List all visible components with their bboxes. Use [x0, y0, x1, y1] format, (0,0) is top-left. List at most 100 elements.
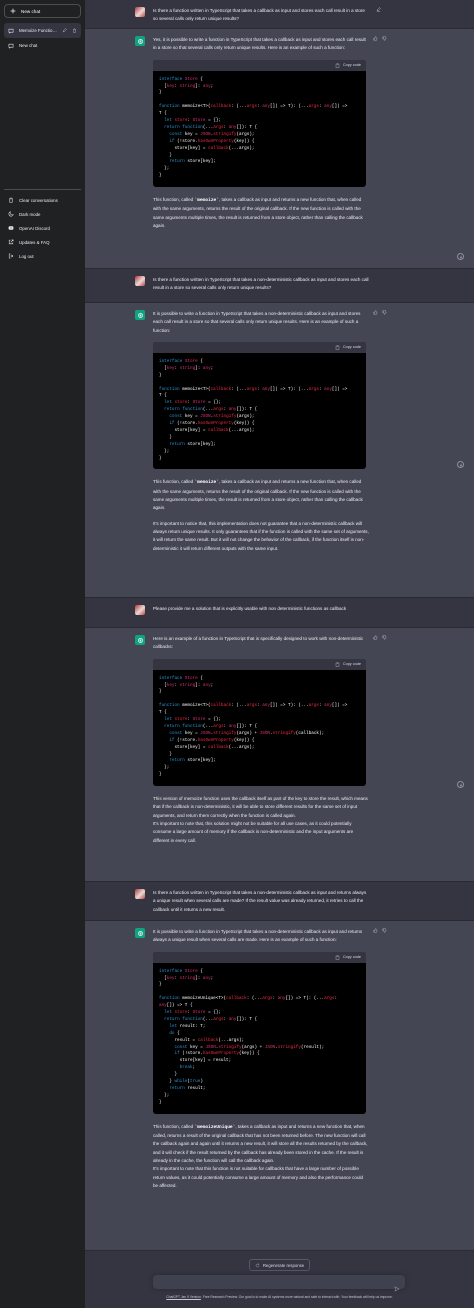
thumbs-down-icon[interactable]: [382, 635, 387, 640]
user-message: Is there a function written in TypeScrip…: [85, 269, 474, 303]
clipboard-icon: [335, 345, 340, 350]
inline-code: `memoize`: [194, 198, 220, 204]
user-avatar: [135, 276, 145, 286]
assistant-outro-text: This function, called `memoize`, takes a…: [153, 197, 363, 229]
sidebar-chat-label: Memoize Function in T: [19, 28, 57, 33]
message-input[interactable]: [159, 1277, 389, 1287]
sidebar-chat-item-1[interactable]: New chat: [4, 38, 81, 53]
thumbs-down-icon[interactable]: [382, 310, 387, 315]
assistant-intro-text: Yes, it is possible to write a function …: [153, 37, 366, 51]
updates-faq-label: Updates & FAQ: [19, 239, 50, 245]
disclaimer-body: . Free Research Preview. Our goal is to …: [200, 1295, 393, 1299]
log-out-label: Log out: [19, 253, 34, 259]
version-link[interactable]: ChatGPT Jan 9 Version: [166, 1295, 201, 1299]
assistant-outro-text: This function, called `memoizeUnique`, t…: [153, 1123, 368, 1163]
openai-logo-icon: [135, 928, 145, 938]
trash-icon: [8, 197, 14, 203]
user-message-text: Is there a function written in TypeScrip…: [153, 277, 369, 291]
scroll-down-button[interactable]: [457, 253, 464, 260]
moon-icon: [8, 211, 14, 217]
dark-mode-button[interactable]: Dark mode: [4, 207, 81, 221]
assistant-message: It is possible to write a function in Ty…: [85, 303, 474, 598]
edit-icon[interactable]: [376, 7, 381, 12]
code-block: Copy code interface Store { [key: string…: [153, 341, 366, 470]
discord-label: OpenAI Discord: [19, 225, 50, 231]
new-chat-button[interactable]: New chat: [4, 4, 81, 18]
code-content: interface Store { [key: string]: any; } …: [159, 76, 348, 179]
message-input-box[interactable]: [153, 1275, 405, 1292]
user-message: Is there a function written in TypeScrip…: [85, 882, 474, 921]
clear-conversations-button[interactable]: Clear conversations: [4, 193, 81, 207]
copy-code-label: Copy code: [342, 62, 361, 67]
inline-code: `memoize`: [194, 480, 220, 486]
copy-code-button[interactable]: Copy code: [153, 951, 366, 963]
user-message-text: Is there a function written in TypeScrip…: [153, 8, 365, 22]
thumbs-up-icon[interactable]: [373, 36, 378, 41]
send-icon[interactable]: [394, 1279, 400, 1292]
thumbs-down-icon[interactable]: [382, 36, 387, 41]
sidebar-divider: [4, 189, 81, 190]
user-avatar: [135, 605, 145, 615]
copy-code-label: Copy code: [342, 345, 361, 350]
thumbs-up-icon[interactable]: [373, 635, 378, 640]
thumbs-up-icon[interactable]: [373, 310, 378, 315]
composer-area: Regenerate response ChatGPT Jan 9 Versio…: [85, 1248, 474, 1308]
copy-code-label: Copy code: [342, 954, 361, 959]
copy-code-button[interactable]: Copy code: [153, 59, 366, 71]
assistant-intro-text: Here is an example of a function in Type…: [153, 636, 364, 650]
new-chat-label: New chat: [21, 8, 41, 14]
assistant-outro-text: This version of memoize function uses th…: [153, 796, 368, 818]
discord-link[interactable]: OpenAI Discord: [4, 221, 81, 235]
copy-code-button[interactable]: Copy code: [153, 341, 366, 353]
sidebar: New chat Memoize Function in T New chat …: [0, 0, 85, 1308]
assistant-message: It is possible to write a function in Ty…: [85, 921, 474, 1251]
disclaimer-text: ChatGPT Jan 9 Version. Free Research Pre…: [85, 1295, 474, 1299]
plus-icon: [10, 8, 16, 14]
copy-code-button[interactable]: Copy code: [153, 658, 366, 670]
openai-logo-icon: [135, 310, 145, 320]
updates-faq-link[interactable]: Updates & FAQ: [4, 235, 81, 249]
regenerate-label: Regenerate response: [262, 1262, 305, 1268]
regenerate-response-button[interactable]: Regenerate response: [249, 1259, 310, 1271]
copy-code-label: Copy code: [342, 661, 361, 666]
user-message-text: Please provide me a solution that is exp…: [153, 606, 347, 611]
dark-mode-label: Dark mode: [19, 211, 41, 217]
assistant-outro-text: It's important to note that this functio…: [153, 1166, 364, 1188]
sidebar-chat-item-0[interactable]: Memoize Function in T: [4, 23, 81, 38]
inline-code: `memoizeUnique`: [194, 1124, 236, 1130]
assistant-intro-text: It is possible to write a function in Ty…: [153, 929, 363, 943]
scroll-down-button[interactable]: [457, 781, 464, 788]
user-avatar: [135, 7, 145, 17]
code-block: Copy code interface Store { [key: string…: [153, 951, 366, 1114]
user-avatar: [135, 889, 145, 899]
code-content: interface Store { [key: string]: any; } …: [159, 358, 348, 461]
user-message: Please provide me a solution that is exp…: [85, 598, 474, 628]
clipboard-icon: [335, 955, 340, 960]
sidebar-bottom-menu: Clear conversations Dark mode OpenAI Dis…: [4, 193, 81, 263]
thumbs-down-icon[interactable]: [382, 928, 387, 933]
clear-conversations-label: Clear conversations: [19, 197, 58, 203]
trash-icon[interactable]: [72, 28, 77, 33]
code-block: Copy code interface Store { [key: string…: [153, 658, 366, 787]
user-message: Is there a function written in TypeScrip…: [85, 0, 474, 29]
logout-icon: [8, 253, 14, 259]
assistant-message: Yes, it is possible to write a function …: [85, 29, 474, 269]
sidebar-chat-label: New chat: [19, 43, 38, 48]
thumbs-up-icon[interactable]: [373, 928, 378, 933]
openai-logo-icon: [135, 635, 145, 645]
code-content: interface Store { [key: string]: any; } …: [159, 968, 338, 1105]
discord-icon: [8, 225, 14, 231]
pencil-icon[interactable]: [62, 28, 67, 33]
openai-logo-icon: [135, 36, 145, 46]
scroll-down-button[interactable]: [457, 461, 464, 468]
clipboard-icon: [335, 63, 340, 68]
log-out-button[interactable]: Log out: [4, 249, 81, 263]
clipboard-icon: [335, 662, 340, 667]
external-link-icon: [8, 239, 14, 245]
assistant-outro-text: It's important to note that, this soluti…: [153, 821, 354, 843]
refresh-icon: [255, 1263, 260, 1268]
assistant-outro-text: This function, called `memoize`, takes a…: [153, 479, 363, 511]
code-content: interface Store { [key: string]: any; } …: [159, 675, 348, 778]
assistant-outro-text: It's important to notice that, this impl…: [153, 520, 369, 551]
